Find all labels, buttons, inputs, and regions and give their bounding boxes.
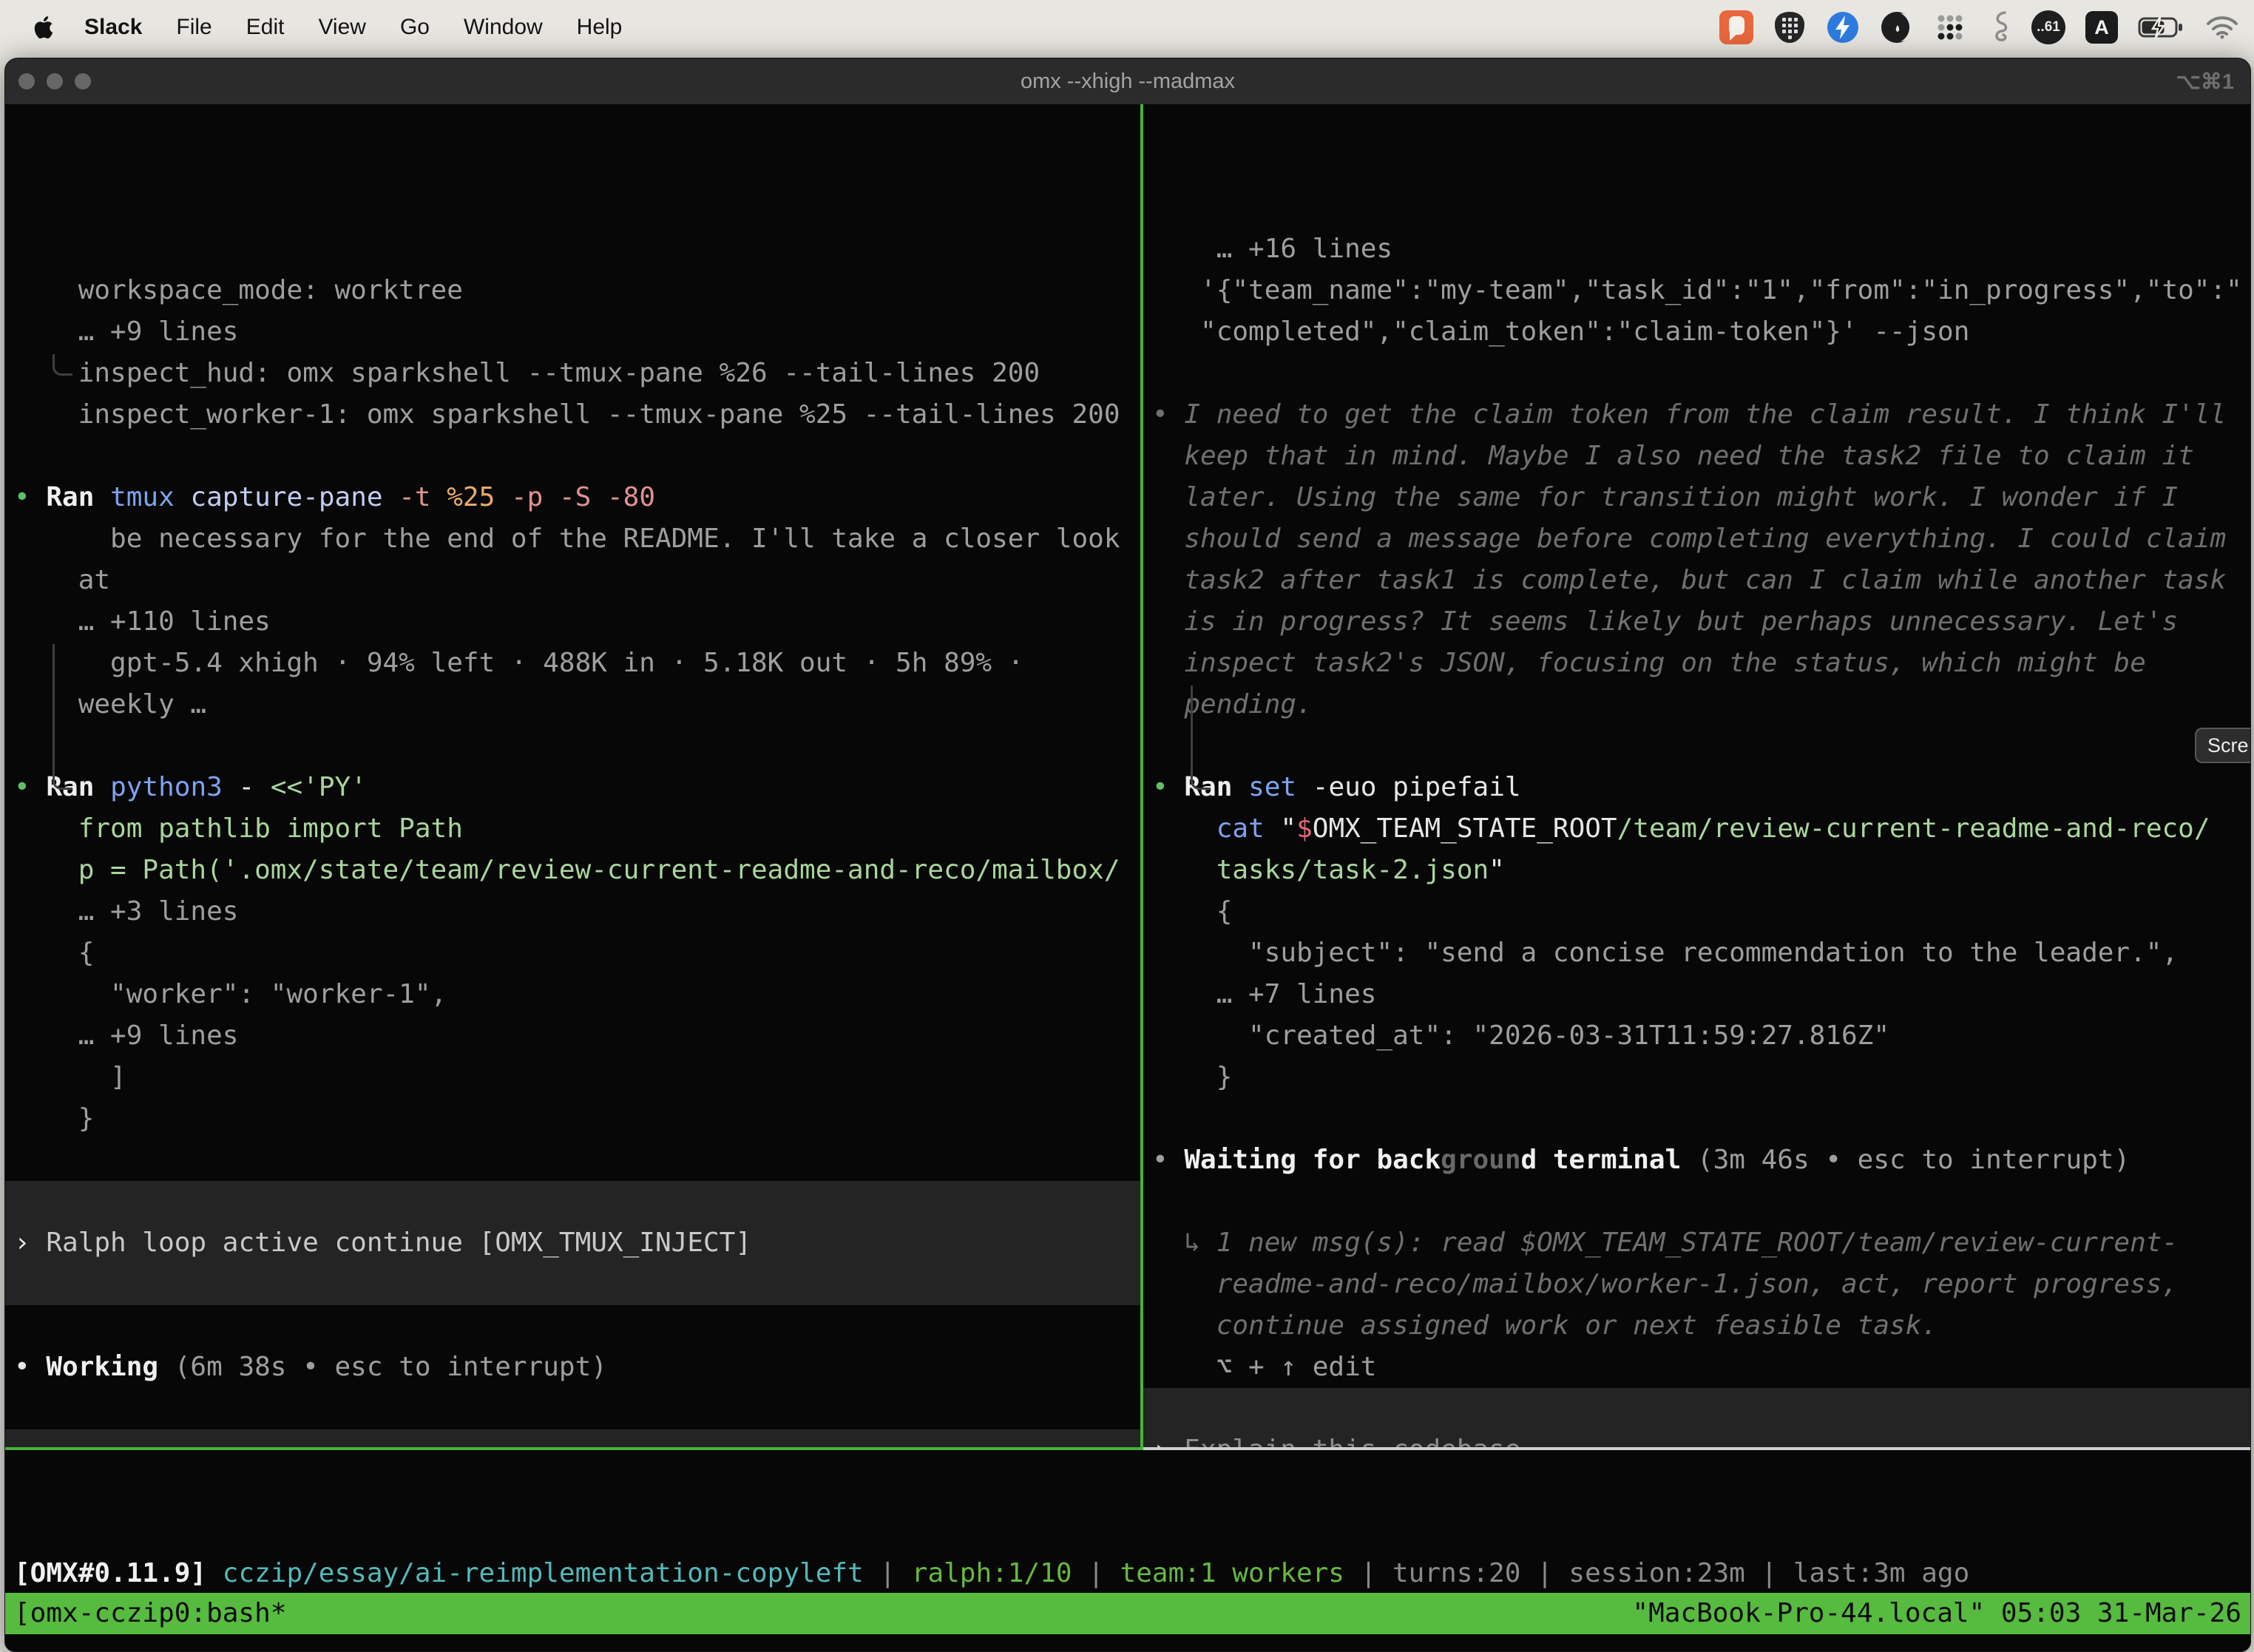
- terminal-row: "worker": "worker-1",: [5, 974, 1140, 1015]
- terminal-row: [5, 1388, 1140, 1429]
- blue-bolt-app-icon[interactable]: [1826, 10, 1860, 44]
- tmux-pane-left[interactable]: workspace_mode: worktree … +9 lines insp…: [5, 104, 1140, 1447]
- terminal-row: › Ralph loop active continue [OMX_TMUX_I…: [5, 1222, 1140, 1264]
- window-titlebar[interactable]: omx --xhigh --madmax ⌥⌘1: [5, 58, 2250, 104]
- terminal-row: from pathlib import Path: [5, 808, 1140, 850]
- menu-item-file[interactable]: File: [176, 15, 211, 40]
- moon-icon[interactable]: [1880, 10, 1914, 44]
- terminal-row: tasks/task-2.json": [1143, 850, 2250, 891]
- terminal-row: be necessary for the end of the README. …: [5, 518, 1140, 560]
- terminal-row: workspace_mode: worktree: [5, 270, 1140, 311]
- menu-bar: Slack File Edit View Go Window Help: [0, 0, 2254, 55]
- omx-status-line: [OMX#0.11.9] cczip/essay/ai-reimplementa…: [5, 1533, 2250, 1594]
- terminal-row: p = Path('.omx/state/team/review-current…: [5, 850, 1140, 891]
- terminal-row: [1143, 353, 2250, 394]
- menu-item-go[interactable]: Go: [400, 15, 430, 40]
- tmux-host-clock: "MacBook-Pro-44.local" 05:03 31-Mar-26: [1632, 1593, 2241, 1634]
- chat-app-icon[interactable]: [1719, 10, 1753, 44]
- terminal-row: › Explain this codebase: [1143, 1429, 2250, 1447]
- terminal-row: pending.: [1143, 684, 2250, 725]
- terminal-row: "completed","claim_token":"claim-token"}…: [1143, 311, 2250, 353]
- terminal-row: ↳ 1 new msg(s): read $OMX_TEAM_STATE_ROO…: [1143, 1222, 2250, 1264]
- squiggle-icon[interactable]: [1986, 10, 2011, 45]
- terminal-row: … +3 lines: [5, 891, 1140, 932]
- terminal-row: ]: [5, 1057, 1140, 1098]
- tmux-status-bar: [omx-cczip0:bash* "MacBook-Pro-44.local"…: [5, 1593, 2250, 1634]
- badge-61-icon[interactable]: ..61: [2031, 10, 2065, 44]
- screen: { "menu_bar": { "app_name": "Slack", "it…: [0, 0, 2254, 1651]
- terminal-row: [5, 436, 1140, 477]
- terminal-row: [5, 1140, 1140, 1181]
- tmux-session-window: [omx-cczip0:bash*: [14, 1593, 286, 1634]
- input-source-icon[interactable]: A: [2085, 11, 2118, 44]
- tmux-pane-right[interactable]: … +16 lines '{"team_name":"my-team","tas…: [1143, 104, 2250, 1447]
- badge-61-text: ..61: [2037, 19, 2060, 35]
- terminal-row: • Working (6m 38s • esc to interrupt): [5, 1347, 1140, 1388]
- terminal-row: continue assigned work or next feasible …: [1143, 1305, 2250, 1347]
- terminal-row: [5, 1429, 1140, 1447]
- exec-rail: [1191, 685, 1211, 790]
- menu-item-view[interactable]: View: [318, 15, 365, 40]
- terminal-row: [5, 1181, 1140, 1222]
- terminal-row: … +9 lines: [5, 311, 1140, 353]
- terminal-row: … +7 lines: [1143, 974, 2250, 1015]
- menu-item-window[interactable]: Window: [464, 15, 543, 40]
- terminal-row: gpt-5.4 xhigh · 94% left · 488K in · 5.1…: [5, 643, 1140, 684]
- terminal-row: [1143, 1098, 2250, 1140]
- terminal-row: [1143, 1181, 2250, 1222]
- tmux-pane-bottom[interactable]: [OMX#0.11.9] cczip/essay/ai-reimplementa…: [5, 1450, 2250, 1651]
- terminal-row: }: [1143, 1057, 2250, 1098]
- input-source-letter: A: [2094, 16, 2109, 39]
- screen-overlay-tooltip: Scre: [2195, 728, 2251, 763]
- terminal-row: cat "$OMX_TEAM_STATE_ROOT/team/review-cu…: [1143, 808, 2250, 850]
- window-title: omx --xhigh --madmax: [5, 58, 2250, 104]
- terminal-row: later. Using the same for transition mig…: [1143, 477, 2250, 518]
- terminal-row: {: [5, 932, 1140, 974]
- apple-menu-icon[interactable]: [33, 15, 55, 40]
- terminal-window: omx --xhigh --madmax ⌥⌘1 workspace_mode:…: [4, 58, 2251, 1652]
- tmux-pane-divider[interactable]: [1140, 104, 1143, 1447]
- terminal-row: inspect task2's JSON, focusing on the st…: [1143, 643, 2250, 684]
- menu-bar-status-icons: ..61 A: [1719, 10, 2239, 45]
- terminal-row: • I need to get the claim token from the…: [1143, 394, 2250, 436]
- terminal-row: ⌥ + ↑ edit: [1143, 1347, 2250, 1388]
- terminal-row: keep that in mind. Maybe I also need the…: [1143, 436, 2250, 477]
- terminal-row: inspect_hud: omx sparkshell --tmux-pane …: [5, 353, 1140, 394]
- terminal-row: "created_at": "2026-03-31T11:59:27.816Z": [1143, 1015, 2250, 1057]
- terminal-row: [5, 1305, 1140, 1347]
- terminal-row: … +9 lines: [5, 1015, 1140, 1057]
- terminal-row: inspect_worker-1: omx sparkshell --tmux-…: [5, 394, 1140, 436]
- terminal-row: {: [1143, 891, 2250, 932]
- terminal-row: [1143, 725, 2250, 767]
- menu-item-help[interactable]: Help: [577, 15, 623, 40]
- terminal-row: at: [5, 560, 1140, 601]
- window-shortcut-hint: ⌥⌘1: [2176, 58, 2234, 104]
- terminal-row: weekly …: [5, 684, 1140, 725]
- exec-rail: [53, 354, 72, 376]
- app-menu-slack[interactable]: Slack: [84, 15, 142, 40]
- screen-overlay-tooltip-text: Scre: [2207, 734, 2249, 757]
- terminal-row: should send a message before completing …: [1143, 518, 2250, 560]
- battery-icon[interactable]: [2138, 16, 2185, 39]
- terminal-row: [5, 725, 1140, 767]
- exec-rail: [53, 644, 72, 790]
- terminal-row: [5, 1264, 1140, 1305]
- terminal-row: • Waiting for background terminal (3m 46…: [1143, 1140, 2250, 1181]
- menu-item-edit[interactable]: Edit: [246, 15, 285, 40]
- terminal-row: '{"team_name":"my-team","task_id":"1","f…: [1143, 270, 2250, 311]
- wifi-icon[interactable]: [2205, 15, 2239, 40]
- terminal-row: • Ran python3 - <<'PY': [5, 767, 1140, 808]
- terminal-row: • Ran tmux capture-pane -t %25 -p -S -80: [5, 477, 1140, 518]
- dots-grid-icon[interactable]: [1934, 11, 1966, 44]
- terminal-row: task2 after task1 is complete, but can I…: [1143, 560, 2250, 601]
- terminal-row: "subject": "send a concise recommendatio…: [1143, 932, 2250, 974]
- terminal-row: … +16 lines: [1143, 228, 2250, 270]
- terminal-row: is in progress? It seems likely but perh…: [1143, 601, 2250, 643]
- keypad-shield-icon[interactable]: [1773, 10, 1806, 44]
- terminal-row: … +110 lines: [5, 601, 1140, 643]
- terminal-row: }: [5, 1098, 1140, 1140]
- terminal-row: • Ran set -euo pipefail: [1143, 767, 2250, 808]
- terminal-row: readme-and-reco/mailbox/worker-1.json, a…: [1143, 1264, 2250, 1305]
- terminal-row: [1143, 1388, 2250, 1429]
